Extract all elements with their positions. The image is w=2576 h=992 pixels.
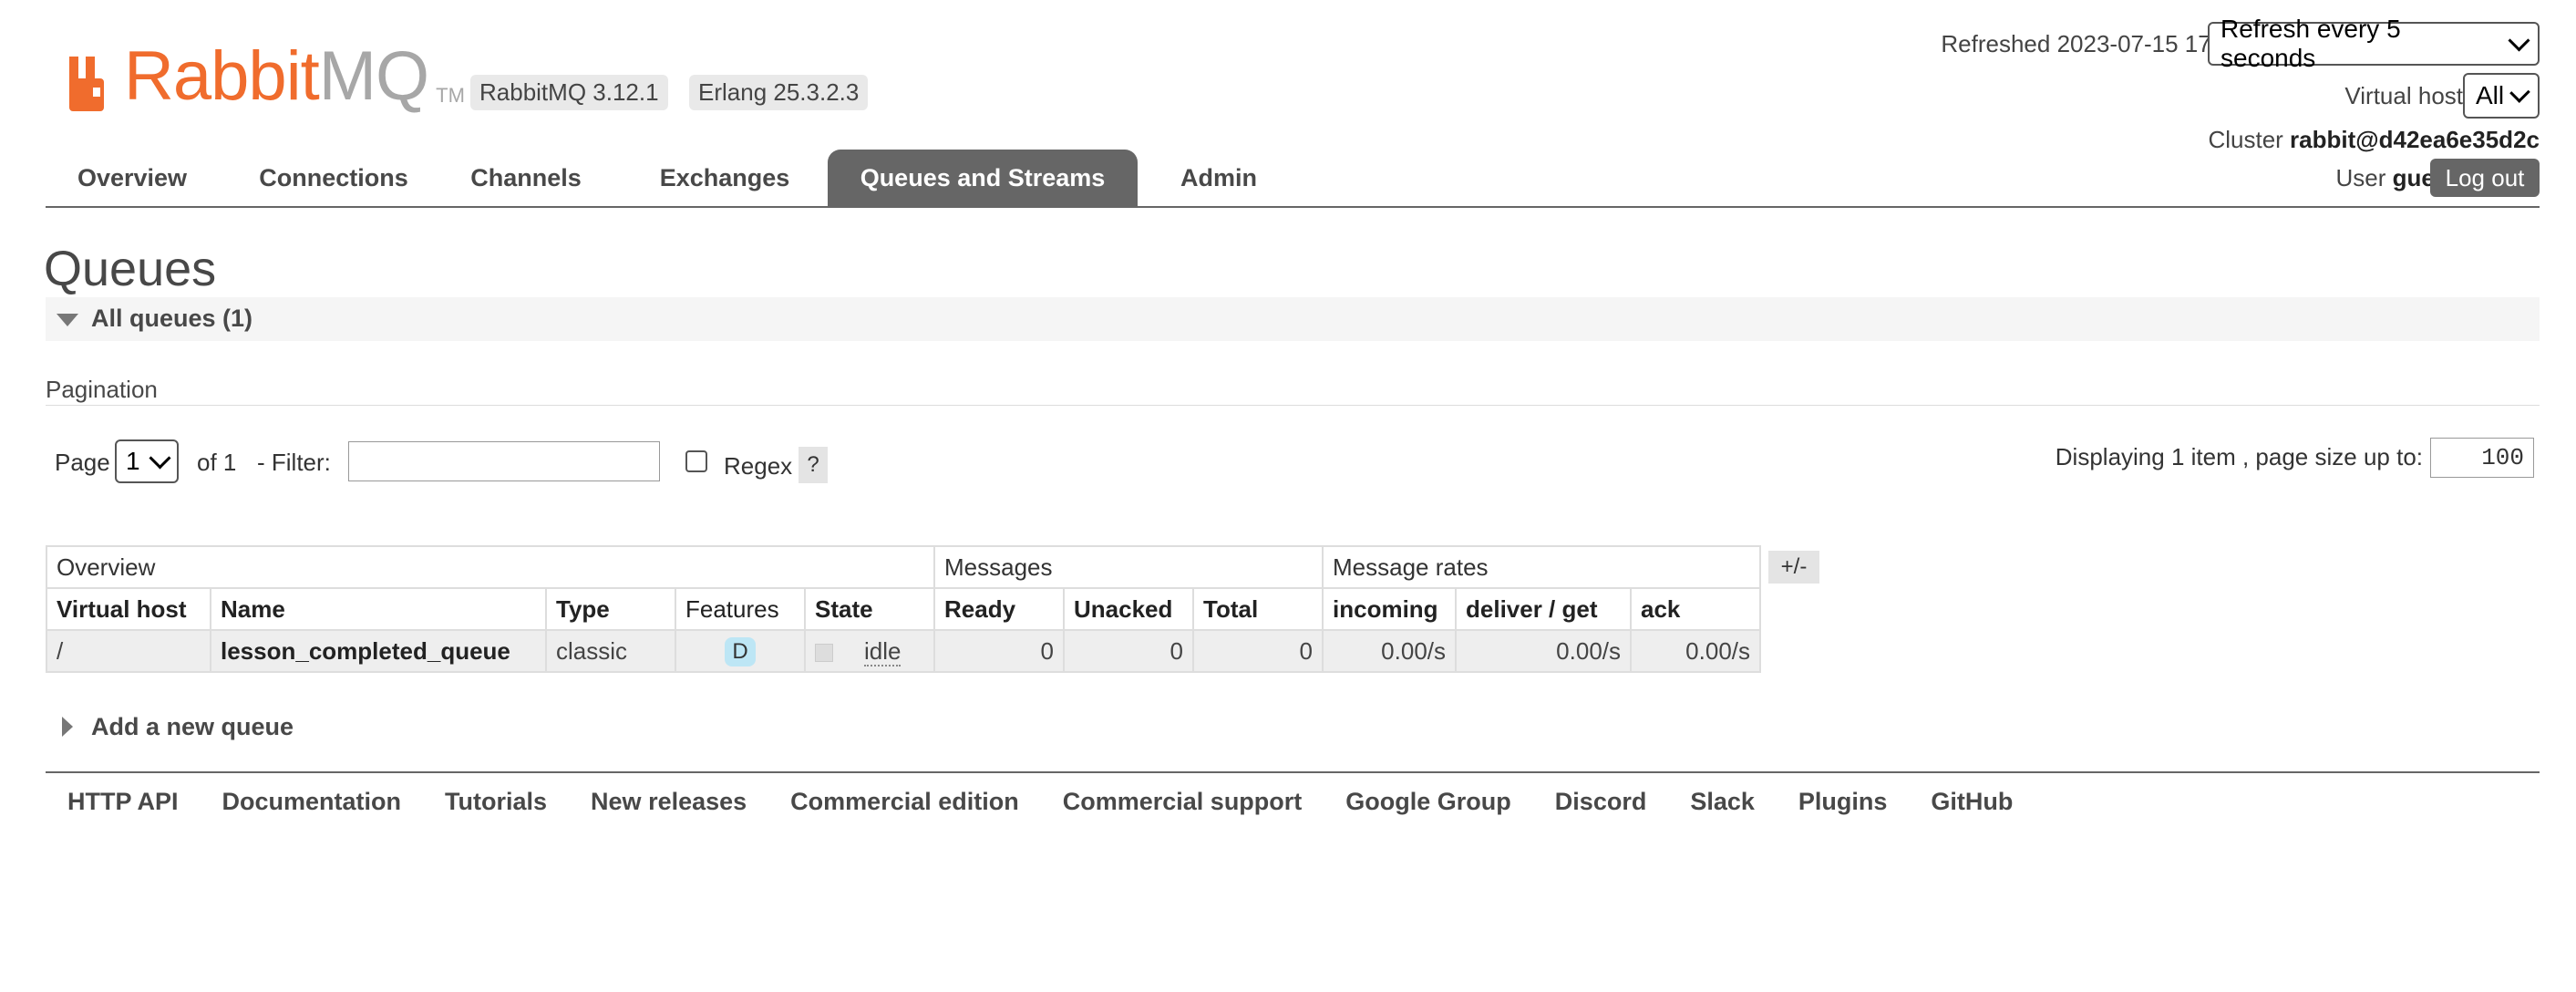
queues-table: Overview Messages Message rates Virtual … (46, 545, 1761, 673)
footer-link-github[interactable]: GitHub (1931, 788, 2013, 816)
tab-admin[interactable]: Admin (1159, 150, 1278, 206)
footer-link-http-api[interactable]: HTTP API (67, 788, 179, 816)
col-unacked[interactable]: Unacked (1063, 587, 1194, 631)
regex-label: Regex (724, 452, 793, 480)
rabbitmq-logo[interactable]: RabbitMQ TM (66, 40, 465, 111)
col-ready[interactable]: Ready (933, 587, 1065, 631)
page-select[interactable]: 1 (115, 439, 179, 483)
footer-link-google-group[interactable]: Google Group (1345, 788, 1511, 816)
erlang-version-badge: Erlang 25.3.2.3 (689, 75, 869, 110)
footer-link-documentation[interactable]: Documentation (222, 788, 402, 816)
pagination-heading: Pagination (46, 376, 158, 403)
col-type[interactable]: Type (545, 587, 676, 631)
triangle-right-icon (62, 717, 73, 737)
cell-state: idle (804, 629, 935, 673)
displaying-summary: Displaying 1 item , page size up to: (2055, 443, 2423, 470)
cell-virtual-host: / (46, 629, 211, 673)
virtual-host-label: Virtual host (2344, 82, 2463, 109)
tab-channels[interactable]: Channels (448, 150, 603, 206)
col-total[interactable]: Total (1192, 587, 1324, 631)
col-name[interactable]: Name (210, 587, 547, 631)
state-label: idle (864, 636, 902, 666)
cell-unacked: 0 (1063, 629, 1194, 673)
main-nav: Overview Connections Channels Exchanges … (46, 150, 2540, 208)
tab-exchanges[interactable]: Exchanges (629, 150, 820, 206)
footer-link-slack[interactable]: Slack (1690, 788, 1755, 816)
queue-name-link[interactable]: lesson_completed_queue (210, 629, 547, 673)
footer-link-commercial-support[interactable]: Commercial support (1063, 788, 1303, 816)
refresh-interval-value: Refresh every 5 seconds (2221, 15, 2401, 72)
col-deliver-get[interactable]: deliver / get (1455, 587, 1632, 631)
footer-link-tutorials[interactable]: Tutorials (445, 788, 547, 816)
table-row[interactable]: / lesson_completed_queue classic D idle … (46, 629, 1761, 673)
footer-divider (46, 771, 2540, 773)
group-message-rates: Message rates (1322, 545, 1761, 589)
tab-overview[interactable]: Overview (46, 150, 219, 206)
page-select-value: 1 (126, 447, 140, 475)
rabbit-logo-icon (69, 57, 104, 111)
rabbitmq-version-badge: RabbitMQ 3.12.1 (470, 75, 668, 110)
footer-link-new-releases[interactable]: New releases (591, 788, 747, 816)
page-title: Queues (44, 242, 217, 296)
tab-connections[interactable]: Connections (242, 150, 425, 206)
all-queues-section-toggle[interactable]: All queues (1) (46, 297, 2540, 341)
footer-link-plugins[interactable]: Plugins (1798, 788, 1888, 816)
state-indicator-icon (815, 643, 833, 662)
footer-link-commercial-edition[interactable]: Commercial edition (790, 788, 1019, 816)
cell-ready: 0 (933, 629, 1065, 673)
footer-links: HTTP API Documentation Tutorials New rel… (67, 788, 2056, 816)
filter-input[interactable] (348, 441, 660, 481)
cell-total: 0 (1192, 629, 1324, 673)
page-size-input[interactable]: 100 (2430, 438, 2534, 478)
cell-type: classic (545, 629, 676, 673)
group-messages: Messages (933, 545, 1324, 589)
chevron-down-icon (2509, 81, 2530, 103)
footer-link-discord[interactable]: Discord (1555, 788, 1647, 816)
cell-deliver-get: 0.00/s (1455, 629, 1632, 673)
col-virtual-host[interactable]: Virtual host (46, 587, 211, 631)
page-count-label: of 1 (197, 449, 237, 476)
regex-checkbox[interactable] (685, 450, 707, 472)
col-incoming[interactable]: incoming (1322, 587, 1457, 631)
durable-feature-badge: D (725, 636, 756, 666)
cell-features: D (675, 629, 806, 673)
chevron-down-icon (2508, 28, 2530, 52)
logo-wordmark: RabbitMQ (124, 37, 429, 115)
trademark-mark: TM (436, 84, 465, 107)
all-queues-label: All queues (1) (91, 305, 253, 332)
column-toggle-button[interactable]: +/- (1768, 551, 1819, 584)
chevron-down-icon (149, 446, 171, 470)
page-label: Page (55, 449, 110, 476)
add-queue-label: Add a new queue (91, 713, 294, 740)
refresh-interval-select[interactable]: Refresh every 5 seconds (2208, 15, 2540, 72)
regex-help-button[interactable]: ? (799, 447, 828, 483)
tab-queues-and-streams[interactable]: Queues and Streams (828, 150, 1138, 206)
cell-ack: 0.00/s (1630, 629, 1761, 673)
col-ack[interactable]: ack (1630, 587, 1761, 631)
virtual-host-select[interactable]: All (2463, 73, 2540, 119)
triangle-down-icon (57, 314, 78, 326)
pagination-divider (46, 405, 2540, 406)
col-state[interactable]: State (804, 587, 935, 631)
group-overview: Overview (46, 545, 935, 589)
col-features[interactable]: Features (675, 587, 806, 631)
cell-incoming: 0.00/s (1322, 629, 1457, 673)
filter-label: - Filter: (257, 449, 331, 476)
virtual-host-value: All (2476, 81, 2505, 109)
